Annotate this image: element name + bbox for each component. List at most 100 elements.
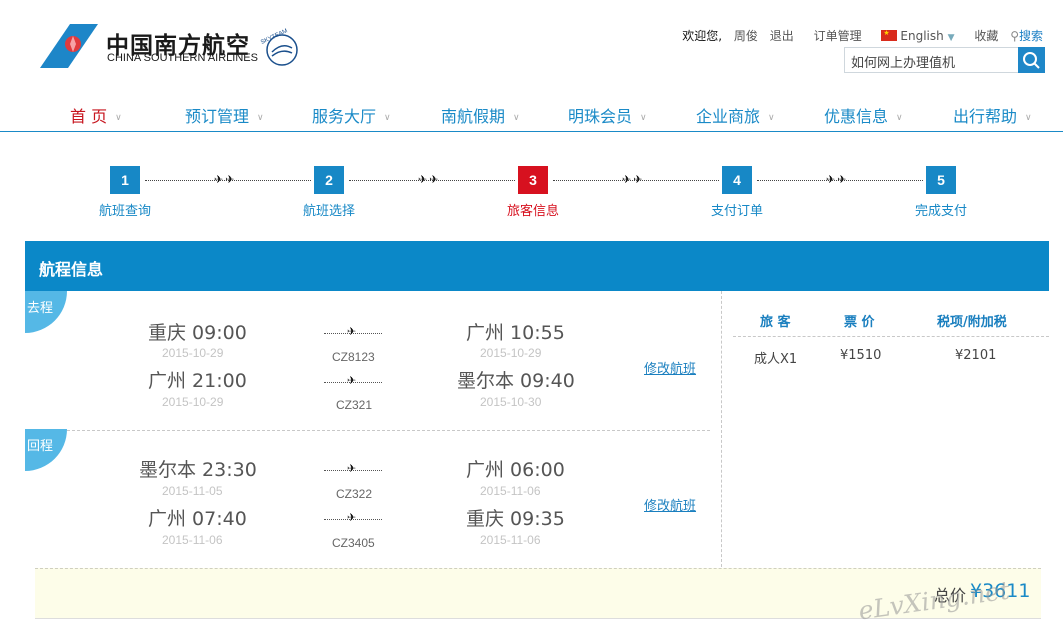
nav-item-offers[interactable]: 优惠信息 ∨ [824, 103, 903, 127]
airplane-icon: ✈✈ [826, 173, 849, 186]
step-label: 旅客信息 [506, 204, 559, 219]
nav-holidays-label: 南航假期 [441, 107, 506, 126]
step-complete: 5 完成支付 [891, 166, 991, 219]
modify-outbound-flight-link[interactable]: 修改航班 [644, 358, 696, 377]
arrival-city-time: 重庆 09:35 [466, 508, 565, 530]
chevron-down-icon: ∨ [640, 113, 647, 123]
search-button[interactable] [1018, 47, 1045, 73]
nav-offers-label: 优惠信息 [824, 107, 889, 126]
language-label: English [900, 29, 944, 43]
step-label: 航班选择 [302, 204, 355, 219]
airline-logo[interactable]: 中国南方航空 CHINA SOUTHERN AIRLINES SKYTEAM [40, 24, 310, 72]
nav-booking-label: 预订管理 [185, 107, 250, 126]
outbound-tag: 去程 [25, 291, 67, 333]
step-passenger-info: 3 旅客信息 [483, 166, 583, 219]
step-label: 完成支付 [914, 204, 967, 219]
nav-help-label: 出行帮助 [953, 107, 1018, 126]
chevron-down-icon: ∨ [1025, 113, 1032, 123]
airplane-icon: ✈ [347, 511, 357, 524]
chevron-down-icon: ▼ [947, 33, 955, 43]
nav-item-service[interactable]: 服务大厅 ∨ [312, 103, 391, 127]
kapok-flower-logo-icon [40, 24, 98, 68]
main-navigation: 首 页 ∨ 预订管理 ∨ 服务大厅 ∨ 南航假期 ∨ 明珠会员 ∨ 企业商旅 ∨ 优惠信息 ∨… [0, 100, 1063, 132]
chevron-down-icon: ∨ [115, 113, 122, 123]
arrival-date: 2015-11-06 [480, 484, 541, 498]
step-payment: 4 支付订单 [687, 166, 787, 219]
step-number: 2 [314, 166, 344, 194]
passenger-column-header: 旅 客 [760, 315, 791, 330]
nav-business-label: 企业商旅 [696, 107, 761, 126]
departure-city-time: 广州 21:00 [148, 370, 247, 392]
magnifier-icon: ⚲ [1010, 29, 1019, 43]
airplane-icon: ✈ [347, 374, 357, 387]
step-number: 1 [110, 166, 140, 194]
nav-home-label: 首 页 [70, 107, 108, 126]
user-name-link[interactable]: 周俊 [734, 29, 758, 43]
nav-item-business[interactable]: 企业商旅 ∨ [696, 103, 775, 127]
departure-city-time: 墨尔本 23:30 [139, 459, 257, 481]
departure-city-time: 广州 07:40 [148, 508, 247, 530]
step-label: 航班查询 [98, 204, 151, 219]
chevron-down-icon: ∨ [768, 113, 775, 123]
nav-item-membership[interactable]: 明珠会员 ∨ [568, 103, 647, 127]
logout-link[interactable]: 退出 [770, 29, 794, 43]
tax-column-header: 税项/附加税 [937, 315, 1007, 330]
chevron-down-icon: ∨ [896, 113, 903, 123]
flight-number: CZ3405 [332, 536, 375, 550]
nav-item-help[interactable]: 出行帮助 ∨ [953, 103, 1032, 127]
flight-number: CZ8123 [332, 350, 375, 364]
return-tag: 回程 [25, 429, 67, 471]
column-divider [721, 291, 722, 567]
order-management-link[interactable]: 订单管理 [814, 29, 862, 43]
airplane-icon: ✈ [347, 462, 357, 475]
step-number: 5 [926, 166, 956, 194]
china-flag-icon [881, 29, 898, 41]
airplane-icon: ✈✈ [622, 173, 645, 186]
welcome-text: 欢迎您, [682, 29, 723, 43]
arrival-date: 2015-10-30 [480, 395, 542, 409]
nav-membership-label: 明珠会员 [568, 107, 633, 126]
arrival-date: 2015-10-29 [480, 346, 542, 360]
arrival-city-time: 墨尔本 09:40 [457, 370, 575, 392]
nav-item-booking[interactable]: 预订管理 ∨ [185, 103, 264, 127]
fare-column-header: 票 价 [844, 315, 875, 330]
airplane-icon: ✈ [347, 325, 357, 338]
passenger-type-cell: 成人X1 [754, 352, 798, 367]
segment-divider [37, 430, 710, 431]
table-header-divider [733, 336, 1049, 337]
airplane-icon: ✈✈ [214, 173, 237, 186]
nav-item-home[interactable]: 首 页 ∨ [70, 103, 122, 127]
step-label: 支付订单 [710, 204, 763, 219]
departure-date: 2015-10-29 [162, 346, 224, 360]
chevron-down-icon: ∨ [513, 113, 520, 123]
skyteam-logo-icon: SKYTEAM [260, 28, 298, 66]
step-number: 3 [518, 166, 548, 194]
departure-date: 2015-11-05 [162, 484, 223, 498]
skyteam-text: SKYTEAM [260, 28, 289, 46]
search-input[interactable]: 如何网上办理值机 [844, 47, 1019, 73]
search-link-label: 搜索 [1018, 29, 1043, 43]
step-flight-search: 1 航班查询 [75, 166, 175, 219]
arrival-date: 2015-11-06 [480, 533, 541, 547]
nav-service-label: 服务大厅 [312, 107, 377, 126]
modify-return-flight-link[interactable]: 修改航班 [644, 495, 696, 514]
departure-date: 2015-10-29 [162, 395, 224, 409]
favorites-link[interactable]: 收藏 [974, 29, 998, 43]
flight-number: CZ322 [336, 487, 373, 501]
nav-item-holidays[interactable]: 南航假期 ∨ [441, 103, 520, 127]
arrival-city-time: 广州 06:00 [466, 459, 565, 481]
fare-cell: ¥1510 [840, 348, 882, 363]
departure-city-time: 重庆 09:00 [148, 322, 247, 344]
brand-name-en: CHINA SOUTHERN AIRLINES [107, 52, 258, 64]
search-icon [1023, 52, 1040, 69]
flight-number: CZ321 [336, 398, 373, 412]
panel-title: 航程信息 [25, 241, 1049, 291]
search-link[interactable]: ⚲搜索 [1010, 29, 1043, 43]
tax-cell: ¥2101 [955, 348, 997, 363]
chevron-down-icon: ∨ [384, 113, 391, 123]
step-flight-select: 2 航班选择 [279, 166, 379, 219]
arrival-city-time: 广州 10:55 [466, 322, 565, 344]
step-number: 4 [722, 166, 752, 194]
language-switcher[interactable]: English ▼ [881, 29, 955, 43]
airplane-icon: ✈✈ [418, 173, 441, 186]
